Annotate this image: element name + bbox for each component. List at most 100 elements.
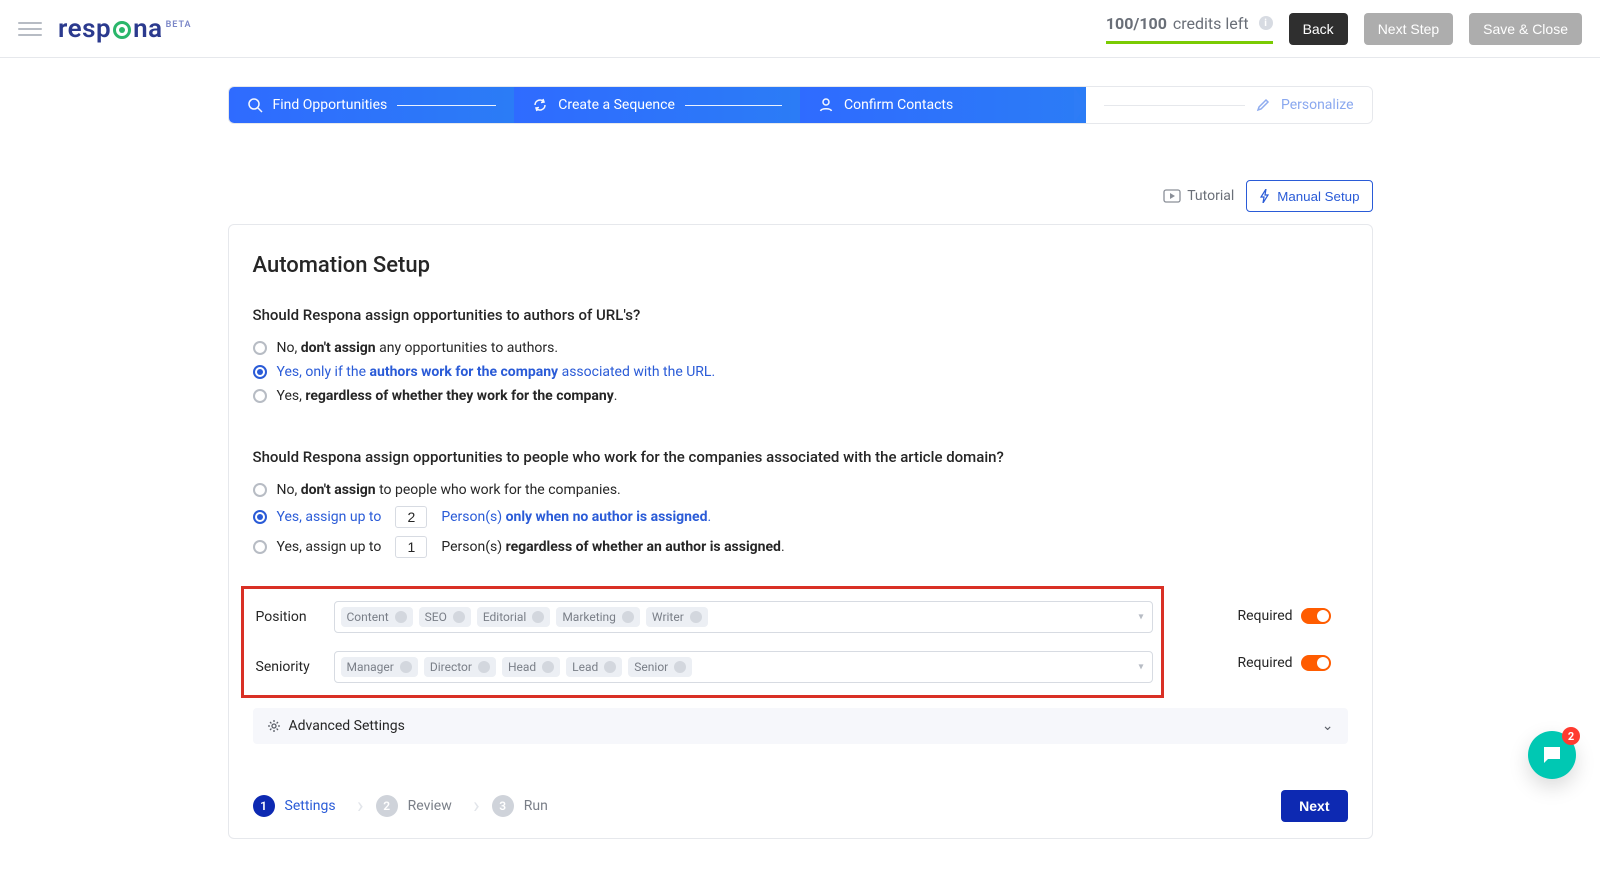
remove-chip-icon[interactable] [604,661,616,673]
wizard-step-label: Create a Sequence [558,97,675,113]
bottom-step-settings[interactable]: 1 Settings › [253,795,376,817]
q2-num-noauthor[interactable] [395,506,427,528]
tutorial-link[interactable]: Tutorial [1163,188,1234,204]
user-icon [818,97,834,113]
automation-setup-panel: Automation Setup Should Respona assign o… [228,224,1373,839]
q2-option-yes-any[interactable]: Yes, assign up to Person(s) regardless o… [253,532,1348,562]
wizard-progress: Find Opportunities Create a Sequence Con… [228,86,1373,124]
logo-beta: BETA [166,20,192,30]
bottom-step-run[interactable]: 3 Run [492,795,588,817]
position-required-toggle[interactable] [1301,608,1331,624]
q1-text: Should Respona assign opportunities to a… [253,306,1348,324]
remove-chip-icon[interactable] [690,611,702,623]
step-number: 2 [376,795,398,817]
chip-marketing[interactable]: Marketing [556,607,640,627]
advanced-settings-label: Advanced Settings [289,718,405,734]
chip-lead[interactable]: Lead [566,657,622,677]
bottom-step-review[interactable]: 2 Review › [376,795,492,817]
required-column: Required Required [1238,580,1348,698]
gear-icon [267,719,281,733]
chat-badge: 2 [1562,727,1580,745]
remove-chip-icon[interactable] [400,661,412,673]
required-label: Required [1238,655,1293,671]
wizard-step-label: Find Opportunities [273,97,388,113]
advanced-settings-toggle[interactable]: Advanced Settings ⌄ [253,708,1348,744]
step-number: 1 [253,795,275,817]
wizard-step-personalize[interactable]: Personalize [1086,87,1372,123]
radio-icon[interactable] [253,389,267,403]
setup-strip: Tutorial Manual Setup [228,180,1373,212]
chevron-right-icon: › [357,794,364,819]
wizard-step-find-opportunities[interactable]: Find Opportunities [229,87,515,123]
credits-indicator: 100/100 credits left i [1106,14,1273,44]
edit-icon [1255,97,1271,113]
chip-writer[interactable]: Writer [646,607,708,627]
q2-option-no[interactable]: No, don't assign to people who work for … [253,478,1348,502]
chevron-right-icon: › [473,794,480,819]
chip-content[interactable]: Content [341,607,413,627]
position-row: Position Content SEO Editorial Marketing… [248,601,1153,633]
q1-group: Should Respona assign opportunities to a… [253,306,1348,408]
step-number: 3 [492,795,514,817]
chat-icon [1540,743,1564,767]
radio-icon[interactable] [253,483,267,497]
remove-chip-icon[interactable] [674,661,686,673]
chip-director[interactable]: Director [424,657,496,677]
logo-orb-icon [113,21,131,39]
panel-bottom: 1 Settings › 2 Review › 3 Run Next [253,790,1348,822]
position-multiselect[interactable]: Content SEO Editorial Marketing Writer ▾ [334,601,1153,633]
panel-title: Automation Setup [253,253,1348,278]
q1-option-yes-company[interactable]: Yes, only if the authors work for the co… [253,360,1348,384]
remove-chip-icon[interactable] [478,661,490,673]
step-label: Run [524,798,548,814]
wizard-step-confirm-contacts[interactable]: Confirm Contacts [800,87,1086,123]
next-step-button[interactable]: Next Step [1364,13,1453,45]
wizard-step-label: Personalize [1281,97,1354,113]
radio-icon[interactable] [253,365,267,379]
chat-bubble[interactable]: 2 [1528,731,1576,779]
chip-editorial[interactable]: Editorial [477,607,550,627]
remove-chip-icon[interactable] [395,611,407,623]
logo-text-a: resp [58,14,111,44]
wizard-step-label: Confirm Contacts [844,97,953,113]
tutorial-label: Tutorial [1187,188,1234,204]
q1-option-yes-any[interactable]: Yes, regardless of whether they work for… [253,384,1348,408]
remove-chip-icon[interactable] [622,611,634,623]
chip-head[interactable]: Head [502,657,560,677]
seniority-required-toggle[interactable] [1301,655,1331,671]
q2-option-yes-noauthor[interactable]: Yes, assign up to Person(s) only when no… [253,502,1348,532]
chevron-down-icon[interactable]: ▾ [1138,612,1143,623]
topbar: respna BETA 100/100 credits left i Back … [0,0,1600,58]
wizard-step-create-sequence[interactable]: Create a Sequence [514,87,800,123]
manual-setup-button[interactable]: Manual Setup [1246,180,1372,212]
search-icon [247,97,263,113]
remove-chip-icon[interactable] [542,661,554,673]
chevron-down-icon: ⌄ [1322,718,1334,734]
chevron-down-icon[interactable]: ▾ [1138,662,1143,673]
manual-setup-label: Manual Setup [1277,189,1359,204]
back-button[interactable]: Back [1289,13,1348,45]
chip-seo[interactable]: SEO [419,607,471,627]
save-close-button[interactable]: Save & Close [1469,13,1582,45]
radio-icon[interactable] [253,510,267,524]
logo[interactable]: respna BETA [58,14,196,44]
step-label: Review [408,798,452,814]
highlight-box: Position Content SEO Editorial Marketing… [241,586,1164,698]
q2-num-any[interactable] [395,536,427,558]
q2-text: Should Respona assign opportunities to p… [253,448,1348,466]
remove-chip-icon[interactable] [532,611,544,623]
position-required: Required [1238,608,1348,624]
chip-manager[interactable]: Manager [341,657,418,677]
radio-icon[interactable] [253,341,267,355]
menu-toggle[interactable] [18,17,42,41]
q1-option-no[interactable]: No, don't assign any opportunities to au… [253,336,1348,360]
lightning-icon [1259,189,1271,203]
remove-chip-icon[interactable] [453,611,465,623]
chip-senior[interactable]: Senior [628,657,692,677]
info-icon[interactable]: i [1259,16,1273,30]
radio-icon[interactable] [253,540,267,554]
seniority-row: Seniority Manager Director Head Lead Sen… [248,651,1153,683]
next-button[interactable]: Next [1281,790,1347,822]
refresh-icon [532,97,548,113]
seniority-multiselect[interactable]: Manager Director Head Lead Senior ▾ [334,651,1153,683]
